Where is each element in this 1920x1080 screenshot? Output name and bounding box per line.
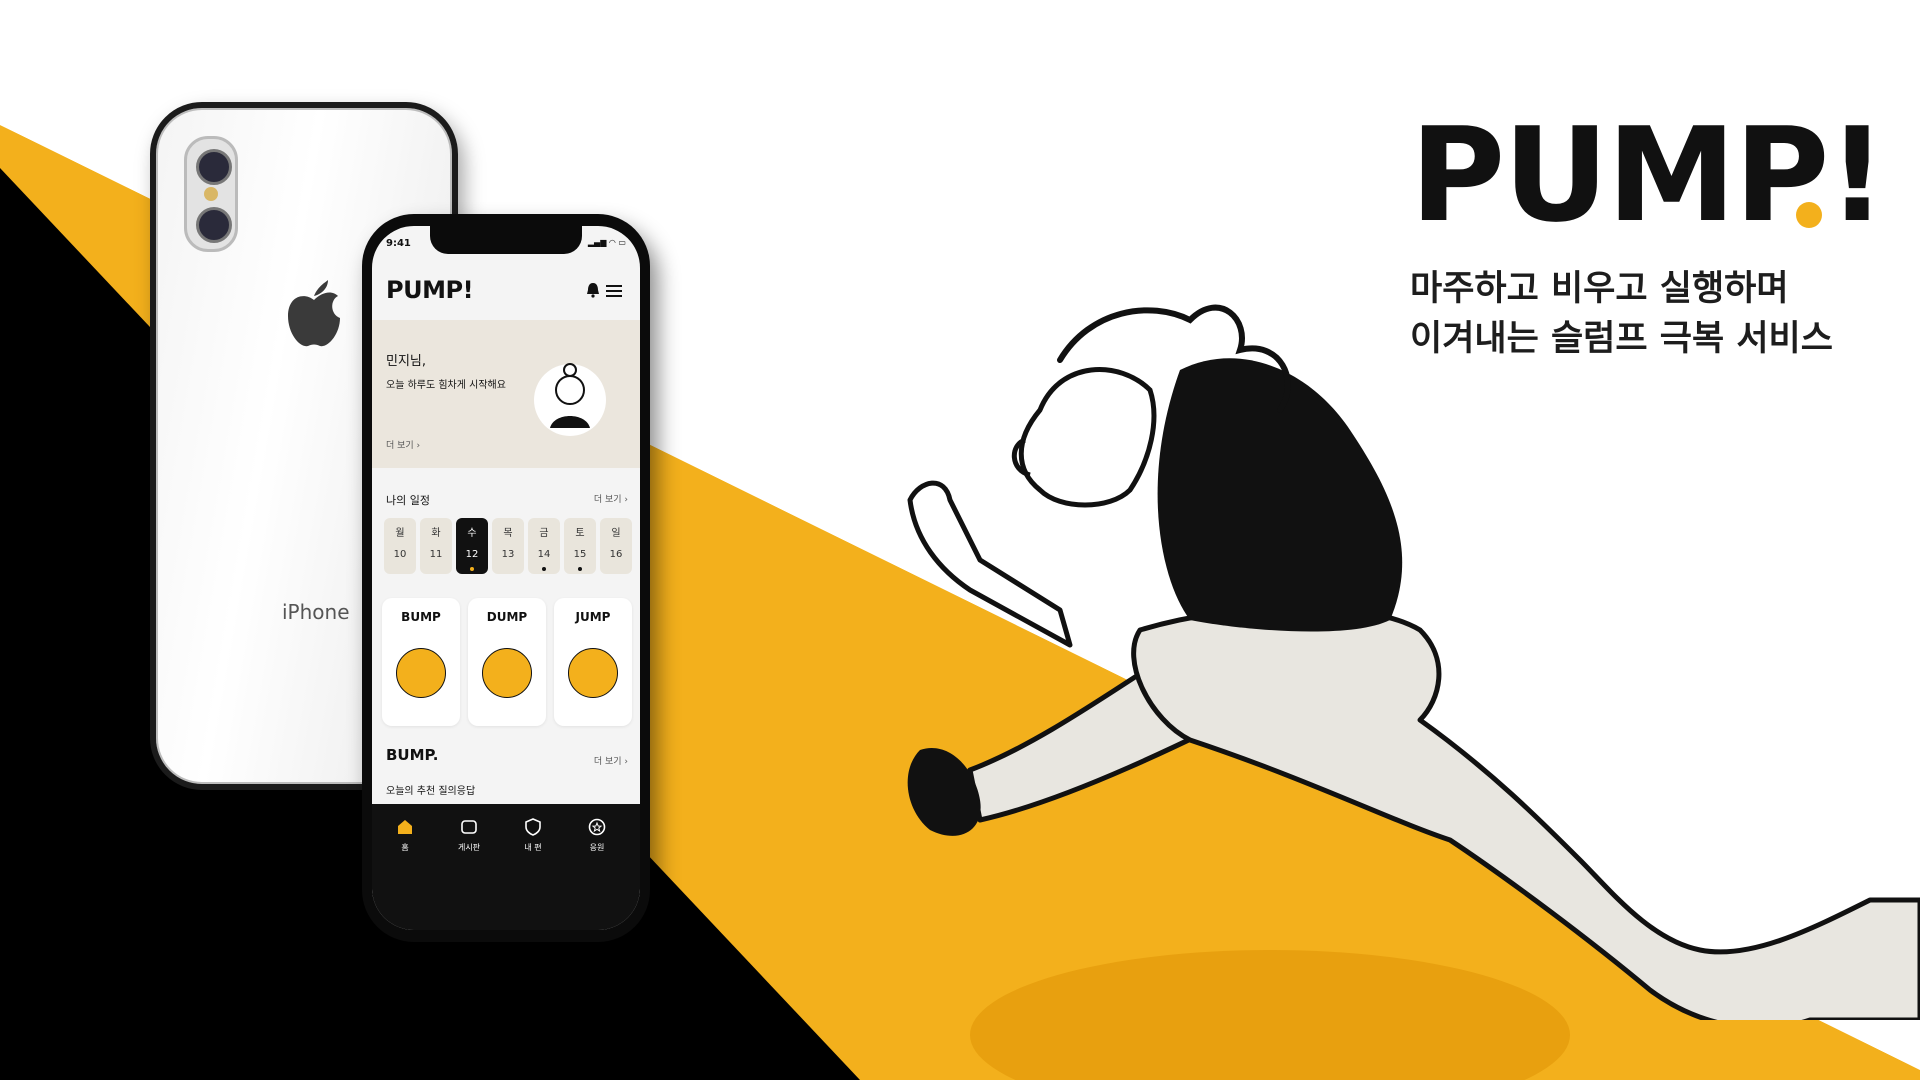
apple-logo-icon xyxy=(288,280,340,347)
bell-icon[interactable] xyxy=(586,282,600,298)
day-cell[interactable]: 화 11 xyxy=(420,518,452,574)
brand-tagline: 마주하고 비우고 실행하며 이겨내는 슬럼프 극복 서비스 xyxy=(1410,264,1885,364)
status-icons: ▂▄▆ ◠ ▭ xyxy=(587,238,626,247)
home-icon xyxy=(398,820,412,834)
app-screen: 9:41 ▂▄▆ ◠ ▭ PUMP! 민지님, 오늘 하루도 힘차게 시작해요 … xyxy=(372,226,640,930)
day-cell[interactable]: 월 10 xyxy=(384,518,416,574)
tab-label: 응원 xyxy=(589,843,605,852)
tab-cheer[interactable]: 응원 xyxy=(572,818,622,853)
arm xyxy=(907,480,1073,648)
app-logo: PUMP! xyxy=(386,276,474,304)
bump-section-title: BUMP. xyxy=(386,746,439,764)
bump-section-subtitle: 오늘의 추천 질의응답 xyxy=(386,786,476,797)
feature-card-jump[interactable]: JUMP xyxy=(554,598,632,726)
greeting-message: 오늘 하루도 힘차게 시작해요 xyxy=(386,380,506,391)
event-dot xyxy=(470,567,474,571)
event-dot xyxy=(578,567,582,571)
bump-more-link[interactable]: 더 보기 › xyxy=(594,754,628,767)
torso xyxy=(1157,358,1403,632)
tagline-line-2: 이겨내는 슬럼프 극복 서비스 xyxy=(1410,319,1833,359)
feature-cards: BUMP DUMP JUMP xyxy=(382,598,632,726)
flash-icon xyxy=(204,187,218,201)
schedule-title: 나의 일정 xyxy=(386,494,430,507)
people-illustration-icon xyxy=(396,648,446,698)
day-cell[interactable]: 금 14 xyxy=(528,518,560,574)
day-cell[interactable]: 일 16 xyxy=(600,518,632,574)
avatar-illustration-icon xyxy=(534,363,606,436)
feature-label: JUMP xyxy=(575,610,611,624)
feature-label: BUMP xyxy=(401,610,441,624)
back-shoe xyxy=(907,748,981,836)
greeting-card: 민지님, 오늘 하루도 힘차게 시작해요 더 보기 › xyxy=(372,320,640,468)
feature-card-bump[interactable]: BUMP xyxy=(382,598,460,726)
feature-card-dump[interactable]: DUMP xyxy=(468,598,546,726)
iphone-label: iPhone xyxy=(282,600,350,624)
trash-can-icon xyxy=(482,648,532,698)
brand-block: PUMP! 마주하고 비우고 실행하며 이겨내는 슬럼프 극복 서비스 xyxy=(1410,110,1887,364)
bottom-tab-bar: 홈 게시판 내 편 응원 xyxy=(372,804,640,930)
schedule-more-link[interactable]: 더 보기 › xyxy=(594,492,628,505)
week-calendar: 월 10 화 11 수 12 목 13 금 14 토 15 일 16 xyxy=(384,518,632,574)
day-cell[interactable]: 토 15 xyxy=(564,518,596,574)
greeting-name: 민지님, xyxy=(386,354,427,369)
camera-lens-icon xyxy=(196,207,232,243)
menu-icon[interactable] xyxy=(606,284,622,298)
head xyxy=(1018,367,1157,508)
day-cell[interactable]: 목 13 xyxy=(492,518,524,574)
tagline-line-1: 마주하고 비우고 실행하며 xyxy=(1410,269,1789,309)
star-badge-icon xyxy=(588,818,606,836)
day-cell-selected[interactable]: 수 12 xyxy=(456,518,488,574)
status-time: 9:41 xyxy=(386,238,411,249)
camera-lens-icon xyxy=(196,149,232,185)
tab-label: 내 편 xyxy=(524,843,542,852)
event-dot xyxy=(542,567,546,571)
greeting-more-link[interactable]: 더 보기 › xyxy=(386,438,420,451)
tab-label: 홈 xyxy=(401,843,409,852)
tab-label: 게시판 xyxy=(457,843,481,852)
phone-notch xyxy=(430,226,582,254)
runner-icon xyxy=(568,648,618,698)
running-person-illustration xyxy=(907,304,1920,1020)
board-icon xyxy=(461,820,477,834)
tab-board[interactable]: 게시판 xyxy=(444,818,494,853)
tab-my-side[interactable]: 내 편 xyxy=(508,818,558,853)
feature-label: DUMP xyxy=(486,610,528,624)
trousers xyxy=(1131,605,1920,1020)
shield-icon xyxy=(525,818,541,836)
camera-module xyxy=(184,136,238,252)
tab-home[interactable]: 홈 xyxy=(380,818,430,853)
brand-logo-dot xyxy=(1796,202,1822,228)
front-phone-mockup: 9:41 ▂▄▆ ◠ ▭ PUMP! 민지님, 오늘 하루도 힘차게 시작해요 … xyxy=(362,214,650,942)
